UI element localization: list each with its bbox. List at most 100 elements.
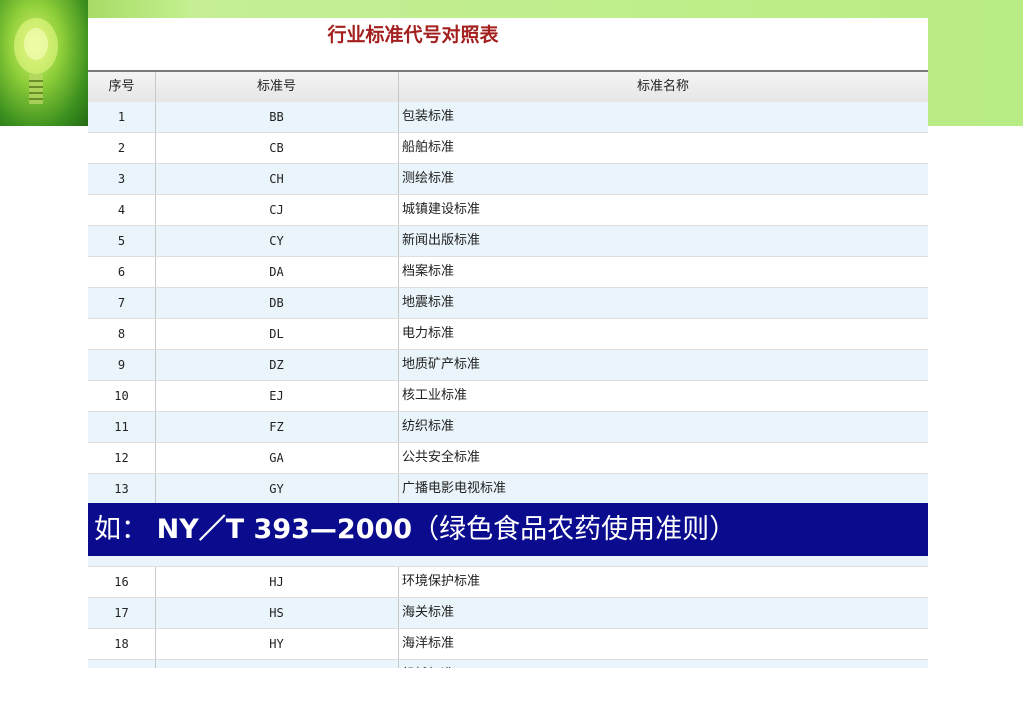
row-name: 海洋标准 (402, 636, 455, 651)
row-num: 12 (114, 451, 129, 465)
row-code: FZ (269, 420, 284, 434)
table-row: 4 CJ 城镇建设标准 (88, 195, 928, 226)
banner-desc: （绿色食品农药使用准则） (412, 514, 737, 545)
row-num: 11 (114, 420, 129, 434)
column-divider (155, 443, 156, 473)
row-name: 城镇建设标准 (402, 202, 481, 217)
row-num: 10 (114, 389, 129, 403)
column-divider (155, 474, 156, 504)
column-divider (155, 133, 156, 163)
row-name: 船舶标准 (402, 140, 455, 155)
table-row: 18 HY 海洋标准 (88, 629, 928, 660)
row-code: HS (269, 606, 284, 620)
row-code: GA (269, 451, 284, 465)
table-row: 19JB 机械标准 (88, 660, 928, 668)
example-banner: 如： NY／T 393—2000（绿色食品农药使用准则） (88, 503, 928, 556)
column-divider (398, 660, 399, 668)
table-header: 序号 标准号 标准名称 (88, 70, 928, 103)
row-num: 5 (117, 234, 126, 248)
header-divider (155, 72, 156, 102)
table-row: 9 DZ 地质矿产标准 (88, 350, 928, 381)
column-divider (398, 226, 399, 256)
column-divider (398, 319, 399, 349)
row-num: 7 (117, 296, 126, 310)
column-divider (398, 257, 399, 287)
table-row: 13 GY 广播电影电视标准 (88, 474, 928, 505)
row-name: 机械标准 (402, 660, 922, 668)
row-name: 地震标准 (402, 295, 455, 310)
column-divider (398, 567, 399, 597)
row-num: 9 (117, 358, 126, 372)
table-row: 12 GA 公共安全标准 (88, 443, 928, 474)
standards-table-panel: 行业标准代号对照表 序号 标准号 标准名称 1 BB 包装标准 2 CB 船舶标准 3 CH 测… (88, 18, 928, 668)
table-row: 11 FZ 纺织标准 (88, 412, 928, 443)
column-divider (155, 381, 156, 411)
column-divider (155, 319, 156, 349)
row-code: BB (269, 110, 284, 124)
table-body: 1 BB 包装标准 2 CB 船舶标准 3 CH 测绘标准 4 CJ 城镇建设标准 5 CY 新闻出版标准 6… (88, 102, 928, 668)
column-divider (155, 567, 156, 597)
row-code: HY (269, 637, 284, 651)
column-divider (398, 350, 399, 380)
row-num: 1 (117, 110, 126, 124)
column-divider (398, 288, 399, 318)
row-code: EJ (269, 389, 284, 403)
row-num: 18 (114, 637, 129, 651)
column-divider (155, 660, 156, 668)
column-divider (155, 102, 156, 132)
column-divider (398, 474, 399, 504)
row-name: 海关标准 (402, 605, 455, 620)
header-divider (398, 72, 399, 102)
row-name: 环境保护标准 (402, 574, 481, 589)
row-name: 电力标准 (402, 326, 455, 341)
row-name: 包装标准 (402, 109, 455, 124)
row-num: 13 (114, 482, 129, 496)
row-name: 公共安全标准 (402, 450, 481, 465)
row-num: 17 (114, 606, 129, 620)
table-row: 16 HJ 环境保护标准 (88, 567, 928, 598)
row-name: 新闻出版标准 (402, 233, 481, 248)
table-row: 10 EJ 核工业标准 (88, 381, 928, 412)
column-divider (398, 195, 399, 225)
column-divider (155, 164, 156, 194)
row-code: CB (269, 141, 284, 155)
header-name: 标准名称 (636, 79, 689, 94)
header-num: 序号 (108, 79, 135, 94)
row-num: 8 (117, 327, 126, 341)
column-divider (155, 226, 156, 256)
column-divider (398, 102, 399, 132)
row-num: 4 (117, 203, 126, 217)
row-num: 16 (114, 575, 129, 589)
column-divider (398, 598, 399, 628)
row-code: DZ (269, 358, 284, 372)
row-name: 广播电影电视标准 (402, 481, 507, 496)
column-divider (398, 443, 399, 473)
column-divider (155, 412, 156, 442)
column-divider (398, 381, 399, 411)
table-title: 行业标准代号对照表 (327, 24, 499, 46)
row-name: 地质矿产标准 (402, 357, 481, 372)
lightbulb-image (0, 0, 88, 126)
row-num: 6 (117, 265, 126, 279)
row-name: 核工业标准 (402, 388, 468, 403)
banner-prefix: 如： (94, 514, 148, 545)
column-divider (155, 288, 156, 318)
row-num: 3 (117, 172, 126, 186)
column-divider (155, 257, 156, 287)
column-divider (155, 350, 156, 380)
row-code: DB (269, 296, 284, 310)
header-code: 标准号 (256, 79, 296, 94)
table-row: 17 HS 海关标准 (88, 598, 928, 629)
table-row: 5 CY 新闻出版标准 (88, 226, 928, 257)
table-row: 8 DL 电力标准 (88, 319, 928, 350)
lightbulb-icon (14, 18, 58, 104)
table-row: 1 BB 包装标准 (88, 102, 928, 133)
row-num: 19 (88, 660, 155, 668)
table-row: 3 CH 测绘标准 (88, 164, 928, 195)
table-row: 7 DB 地震标准 (88, 288, 928, 319)
row-code: DA (269, 265, 284, 279)
row-code: DL (269, 327, 284, 341)
row-num: 2 (117, 141, 126, 155)
table-row: 6 DA 档案标准 (88, 257, 928, 288)
table-row: 2 CB 船舶标准 (88, 133, 928, 164)
